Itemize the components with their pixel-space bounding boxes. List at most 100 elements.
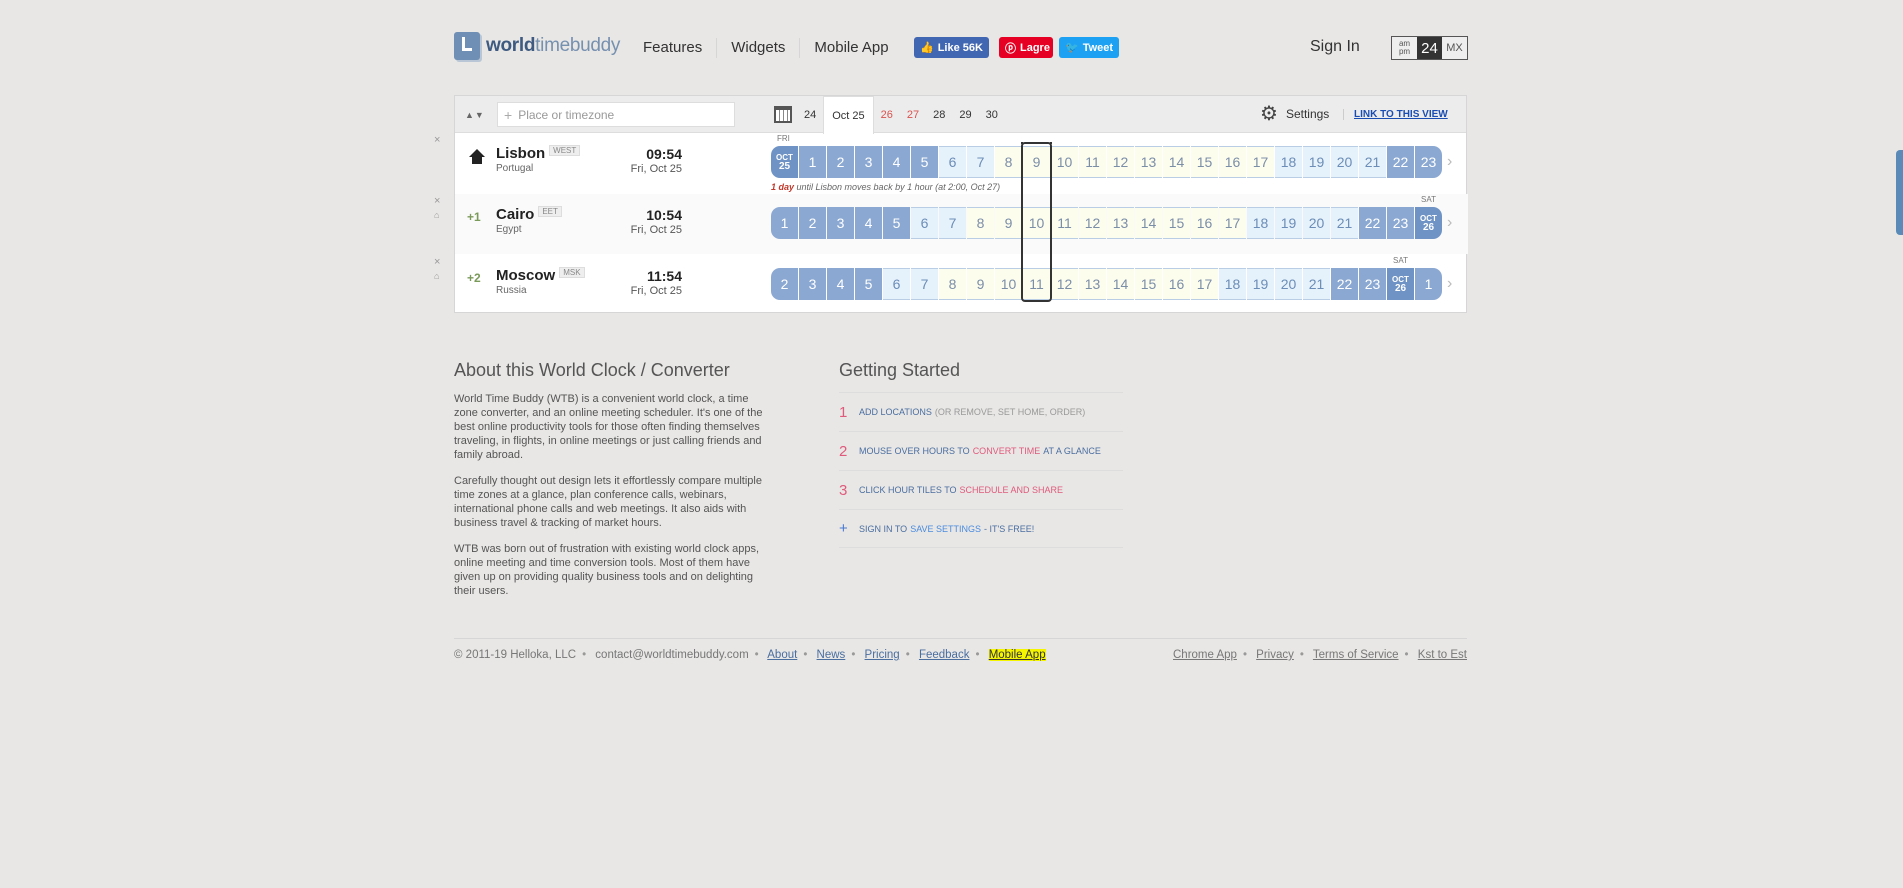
hour-tile[interactable]: 21	[1303, 268, 1330, 300]
footer-news-link[interactable]: News	[817, 649, 846, 661]
hour-tile[interactable]: 12	[1051, 268, 1078, 300]
nav-mobile-app[interactable]: Mobile App	[799, 38, 902, 58]
hour-tile[interactable]: 5	[911, 146, 938, 178]
hour-tile[interactable]: 9	[967, 268, 994, 300]
hour-tile[interactable]: 6	[911, 207, 938, 239]
hour-tile[interactable]: 6	[939, 146, 966, 178]
footer-mobile-app-link[interactable]: Mobile App	[988, 649, 1046, 661]
hour-tile[interactable]: 22	[1387, 146, 1414, 178]
hour-tile[interactable]: 6	[883, 268, 910, 300]
hour-tile[interactable]: 8	[967, 207, 994, 239]
hour-tile[interactable]: 3	[827, 207, 854, 239]
chevron-right-icon[interactable]: ›	[1447, 153, 1452, 171]
city-name[interactable]: Cairo EET	[496, 206, 562, 223]
remove-location-icon[interactable]: ×	[434, 135, 440, 146]
hour-tile[interactable]: 4	[883, 146, 910, 178]
hour-tile[interactable]: 23	[1387, 207, 1414, 239]
hour-tile[interactable]: 10	[995, 268, 1022, 300]
hour-tile[interactable]: 2	[799, 207, 826, 239]
hour-tile[interactable]: 4	[855, 207, 882, 239]
date-tab[interactable]: 28	[926, 96, 952, 133]
hour-tile[interactable]: 7	[939, 207, 966, 239]
hour-tile[interactable]: 4	[827, 268, 854, 300]
hour-tile[interactable]: 7	[911, 268, 938, 300]
footer-about-link[interactable]: About	[767, 649, 797, 661]
set-home-icon[interactable]: ⌂	[434, 210, 440, 220]
remove-location-icon[interactable]: × ⌂	[434, 196, 440, 221]
hour-tile[interactable]: OCT 25	[771, 146, 798, 178]
hour-tile[interactable]: 17	[1219, 207, 1246, 239]
footer-feedback-link[interactable]: Feedback	[919, 649, 970, 661]
mixed-format-button[interactable]: MX	[1442, 37, 1467, 59]
hour-tile[interactable]: 12	[1079, 207, 1106, 239]
hour-tile[interactable]: 23	[1415, 146, 1442, 178]
chevron-right-icon[interactable]: ›	[1447, 275, 1452, 293]
hour-tile[interactable]: 21	[1331, 207, 1358, 239]
date-tab[interactable]: 24	[797, 96, 823, 133]
hour-tile[interactable]: 19	[1303, 146, 1330, 178]
footer-pricing-link[interactable]: Pricing	[865, 649, 900, 661]
hour-tile[interactable]: 11	[1079, 146, 1106, 178]
hour-tile[interactable]: 14	[1107, 268, 1134, 300]
hour-tile[interactable]: 16	[1219, 146, 1246, 178]
hour-tile[interactable]: 20	[1303, 207, 1330, 239]
hour-tile[interactable]: 18	[1247, 207, 1274, 239]
hour-tile[interactable]: 8	[995, 146, 1022, 178]
hour-tile[interactable]: 2	[827, 146, 854, 178]
calendar-icon[interactable]	[774, 106, 792, 123]
settings-button[interactable]: ⚙ Settings	[1260, 104, 1329, 124]
nav-features[interactable]: Features	[631, 38, 716, 58]
hour-tile[interactable]: 3	[799, 268, 826, 300]
date-tab[interactable]: Oct 25	[823, 96, 874, 134]
hour-tile[interactable]: 19	[1275, 207, 1302, 239]
hour-tile[interactable]: 23	[1359, 268, 1386, 300]
hour-tile[interactable]: 18	[1219, 268, 1246, 300]
sort-arrows-icon[interactable]: ▲▼	[465, 110, 485, 120]
hour-tile[interactable]: 5	[855, 268, 882, 300]
hour-tile[interactable]: 10	[1023, 207, 1050, 239]
hour-tile[interactable]: 13	[1107, 207, 1134, 239]
tweet-button[interactable]: 🐦 Tweet	[1059, 37, 1119, 58]
hour-tile[interactable]: 11	[1023, 268, 1050, 300]
place-search-input[interactable]	[518, 107, 719, 122]
date-tab[interactable]: 27	[900, 96, 926, 133]
hour-tile[interactable]: 20	[1331, 146, 1358, 178]
set-home-icon[interactable]: ⌂	[434, 271, 440, 281]
hour-tile[interactable]: 14	[1163, 146, 1190, 178]
hour-tile[interactable]: 17	[1247, 146, 1274, 178]
date-tab[interactable]: 30	[979, 96, 1005, 133]
hour-tile[interactable]: OCT 26	[1387, 268, 1414, 300]
hour-tile[interactable]: 10	[1051, 146, 1078, 178]
hour-tile[interactable]: 12	[1107, 146, 1134, 178]
hour-tile[interactable]: 14	[1135, 207, 1162, 239]
remove-location-icon[interactable]: × ⌂	[434, 257, 440, 282]
24h-format-button[interactable]: 24	[1417, 37, 1442, 59]
hour-tile[interactable]: 8	[939, 268, 966, 300]
date-tab[interactable]: 29	[952, 96, 978, 133]
nav-widgets[interactable]: Widgets	[716, 38, 799, 58]
hour-tile[interactable]: 13	[1135, 146, 1162, 178]
hour-tile[interactable]: 21	[1359, 146, 1386, 178]
link-to-this-view[interactable]: LINK TO THIS VIEW	[1343, 109, 1448, 120]
hour-tile[interactable]: 17	[1191, 268, 1218, 300]
hour-tile[interactable]: 16	[1163, 268, 1190, 300]
hour-tile[interactable]: 15	[1191, 146, 1218, 178]
hour-tile[interactable]: 5	[883, 207, 910, 239]
sign-in-link[interactable]: Sign In	[1310, 38, 1360, 56]
hour-tile[interactable]: 20	[1275, 268, 1302, 300]
hour-tile[interactable]: 1	[799, 146, 826, 178]
footer-terms-link[interactable]: Terms of Service	[1313, 649, 1399, 661]
hour-tile[interactable]: 16	[1191, 207, 1218, 239]
feedback-side-tab[interactable]	[1896, 150, 1903, 235]
hour-tile[interactable]: 1	[771, 207, 798, 239]
hour-tile[interactable]: 22	[1359, 207, 1386, 239]
city-name[interactable]: Moscow MSK	[496, 267, 585, 284]
hour-tile[interactable]: 22	[1331, 268, 1358, 300]
hour-tile[interactable]: 15	[1163, 207, 1190, 239]
hour-tile[interactable]: 9	[1023, 146, 1050, 178]
hour-tile[interactable]: 18	[1275, 146, 1302, 178]
hour-tile[interactable]: OCT 26	[1415, 207, 1442, 239]
pinterest-save-button[interactable]: ⓟ Lagre	[999, 37, 1053, 58]
footer-privacy-link[interactable]: Privacy	[1256, 649, 1294, 661]
footer-chrome-app-link[interactable]: Chrome App	[1173, 649, 1237, 661]
